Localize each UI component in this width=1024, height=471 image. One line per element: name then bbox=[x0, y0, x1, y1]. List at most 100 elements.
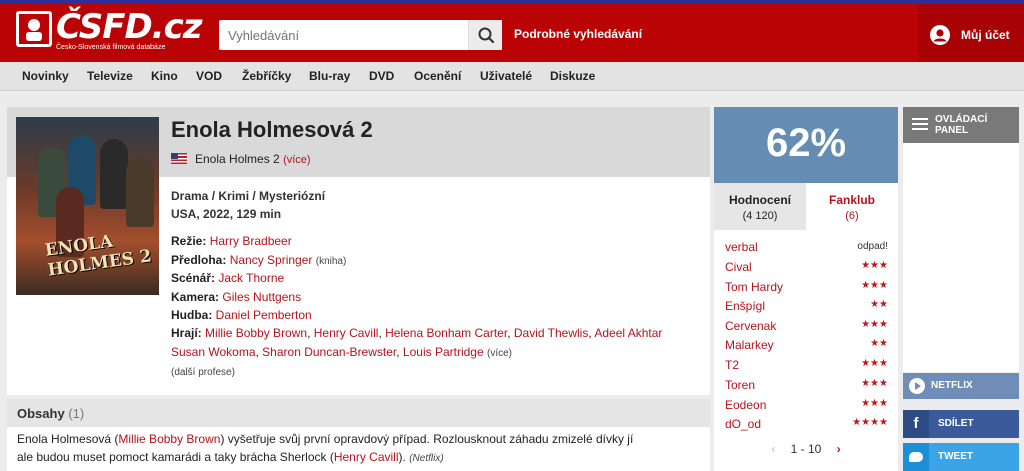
actor-link[interactable]: Millie Bobby Brown bbox=[118, 432, 220, 446]
film-origin: USA, 2022, 129 min bbox=[171, 207, 282, 221]
control-panel-button[interactable]: OVLÁDACÍ PANEL bbox=[903, 107, 1019, 143]
rating-user-link[interactable]: Cervenak bbox=[725, 319, 776, 333]
film-poster[interactable]: ENOLA HOLMES 2 bbox=[16, 117, 159, 295]
nav-televize[interactable]: Televize bbox=[87, 69, 133, 83]
rating-row: Toren ★★★ bbox=[725, 378, 888, 398]
plot-text: ale budou muset pomoct kamarádi a taky b… bbox=[17, 450, 334, 464]
person-link[interactable]: Jack Thorne bbox=[218, 271, 284, 285]
person-link[interactable]: Giles Nuttgens bbox=[222, 290, 301, 304]
rating-row: Malarkey ★★ bbox=[725, 338, 888, 358]
advanced-search-link[interactable]: Podrobné vyhledávání bbox=[514, 27, 642, 41]
credit-cast-line-2: Susan Wokoma, Sharon Duncan-Brewster, Lo… bbox=[171, 345, 512, 359]
actor-link[interactable]: Henry Cavill bbox=[314, 326, 379, 340]
nav-kino[interactable]: Kino bbox=[151, 69, 178, 83]
nav-oceneni[interactable]: Ocenění bbox=[414, 69, 461, 83]
rating-user-link[interactable]: dO_od bbox=[725, 417, 761, 431]
nav-uzivatele[interactable]: Uživatelé bbox=[480, 69, 532, 83]
tab-ratings-label: Hodnocení bbox=[729, 193, 791, 207]
netflix-button[interactable]: NETFLIX bbox=[903, 373, 1019, 399]
tab-ratings-count: (4 120) bbox=[742, 210, 778, 222]
tab-fanclub[interactable]: Fanklub (6) bbox=[806, 183, 898, 230]
share-label: SDÍLET bbox=[938, 418, 974, 429]
us-flag-icon bbox=[171, 153, 187, 164]
rating-row: Cervenak ★★★ bbox=[725, 319, 888, 339]
rating-stars-icon: ★★★ bbox=[861, 260, 888, 271]
rating-user-link[interactable]: verbal bbox=[725, 240, 758, 254]
search-input[interactable] bbox=[219, 20, 468, 50]
tab-ratings[interactable]: Hodnocení (4 120) bbox=[714, 183, 806, 230]
nav-novinky[interactable]: Novinky bbox=[22, 69, 69, 83]
rating-row: Eodeon ★★★ bbox=[725, 398, 888, 418]
nav-vod[interactable]: VOD bbox=[196, 69, 222, 83]
nav-dvd[interactable]: DVD bbox=[369, 69, 394, 83]
credit-label: Režie: bbox=[171, 234, 207, 248]
search-button[interactable] bbox=[468, 20, 502, 50]
actor-link[interactable]: David Thewlis bbox=[514, 326, 588, 340]
main-nav: Novinky Televize Kino VOD Žebříčky Blu-r… bbox=[0, 62, 1024, 91]
netflix-label: NETFLIX bbox=[931, 380, 973, 391]
account-link[interactable]: Můj účet bbox=[961, 28, 1010, 42]
actor-link[interactable]: Adeel Akhtar bbox=[594, 326, 662, 340]
actor-link[interactable]: Henry Cavill bbox=[334, 450, 399, 464]
user-icon bbox=[930, 25, 950, 45]
rating-row: Tom Hardy ★★★ bbox=[725, 280, 888, 300]
credit-directing: Režie: Harry Bradbeer bbox=[171, 234, 292, 248]
source-note: (kniha) bbox=[315, 256, 347, 267]
actor-link[interactable]: Louis Partridge bbox=[403, 345, 484, 359]
rating-stars-icon: ★★★ bbox=[861, 280, 888, 291]
rating-user-link[interactable]: Eodeon bbox=[725, 398, 766, 412]
plot-text: Enola Holmesová ( bbox=[17, 432, 119, 446]
actor-link[interactable]: Millie Bobby Brown bbox=[205, 326, 307, 340]
more-professions-link[interactable]: (další profese) bbox=[171, 367, 235, 378]
logo-icon bbox=[16, 11, 52, 47]
plot-panel: Obsahy (1) Enola Holmesová (Millie Bobby… bbox=[7, 399, 710, 471]
more-cast-link[interactable]: (více) bbox=[487, 348, 512, 359]
nav-diskuze[interactable]: Diskuze bbox=[550, 69, 595, 83]
plot-source: (Netflix) bbox=[409, 453, 444, 464]
share-button[interactable]: f SDÍLET bbox=[903, 410, 1019, 438]
rating-user-link[interactable]: Toren bbox=[725, 378, 755, 392]
facebook-icon: f bbox=[903, 410, 929, 438]
credit-music: Hudba: Daniel Pemberton bbox=[171, 308, 312, 322]
film-panel: ENOLA HOLMES 2 Enola Holmesová 2 Enola H… bbox=[7, 107, 710, 395]
credit-writer: Scénář: Jack Thorne bbox=[171, 271, 284, 285]
tab-fanclub-label: Fanklub bbox=[828, 193, 875, 207]
rating-user-link[interactable]: T2 bbox=[725, 358, 739, 372]
credit-label: Hudba: bbox=[171, 308, 213, 322]
actor-link[interactable]: Sharon Duncan-Brewster bbox=[262, 345, 396, 359]
rating-stars-icon: ★★ bbox=[870, 338, 888, 349]
rating-stars-icon: ★★★ bbox=[861, 358, 888, 369]
pager-prev-icon[interactable]: ‹ bbox=[771, 442, 775, 456]
more-titles-link[interactable]: (více) bbox=[283, 154, 311, 166]
credit-source: Předloha: Nancy Springer (kniha) bbox=[171, 253, 346, 267]
overall-score: 62% bbox=[765, 121, 847, 165]
rating-stars-icon: ★★ bbox=[870, 299, 888, 310]
tweet-button[interactable]: TWEET bbox=[903, 443, 1019, 471]
nav-bluray[interactable]: Blu-ray bbox=[309, 69, 350, 83]
original-title: Enola Holmes 2 bbox=[195, 152, 280, 166]
person-link[interactable]: Harry Bradbeer bbox=[210, 234, 292, 248]
rating-stars-icon: ★★★ bbox=[861, 378, 888, 389]
rating-row: Cival ★★★ bbox=[725, 260, 888, 280]
rating-user-link[interactable]: Enšpígl bbox=[725, 299, 765, 313]
actor-link[interactable]: Susan Wokoma bbox=[171, 345, 256, 359]
rating-row: dO_od ★★★★ bbox=[725, 417, 888, 437]
pager-next-icon[interactable]: › bbox=[837, 442, 841, 456]
tweet-label: TWEET bbox=[938, 451, 973, 462]
nav-zebricky[interactable]: Žebříčky bbox=[242, 69, 291, 83]
actor-link[interactable]: Helena Bonham Carter bbox=[385, 326, 507, 340]
person-link[interactable]: Daniel Pemberton bbox=[216, 308, 312, 322]
plot-text: ). bbox=[398, 450, 406, 464]
plot-text-line-2: ale budou muset pomoct kamarádi a taky b… bbox=[17, 450, 444, 464]
logo-subtitle: Česko-Slovenská filmová databáze bbox=[56, 44, 166, 51]
logo-wordmark: ČSFD.cz bbox=[56, 7, 203, 47]
plot-title: Obsahy (1) bbox=[17, 406, 84, 421]
rating-user-link[interactable]: Cival bbox=[725, 260, 752, 274]
person-link[interactable]: Nancy Springer bbox=[230, 253, 313, 267]
site-logo[interactable]: ČSFD.cz Česko-Slovenská filmová databáze bbox=[16, 7, 203, 55]
rating-user-link[interactable]: Malarkey bbox=[725, 338, 774, 352]
tab-fanclub-count: (6) bbox=[845, 210, 859, 222]
film-genres: Drama / Krimi / Mysteriózní bbox=[171, 189, 326, 203]
rating-row: Enšpígl ★★ bbox=[725, 299, 888, 319]
rating-user-link[interactable]: Tom Hardy bbox=[725, 280, 783, 294]
